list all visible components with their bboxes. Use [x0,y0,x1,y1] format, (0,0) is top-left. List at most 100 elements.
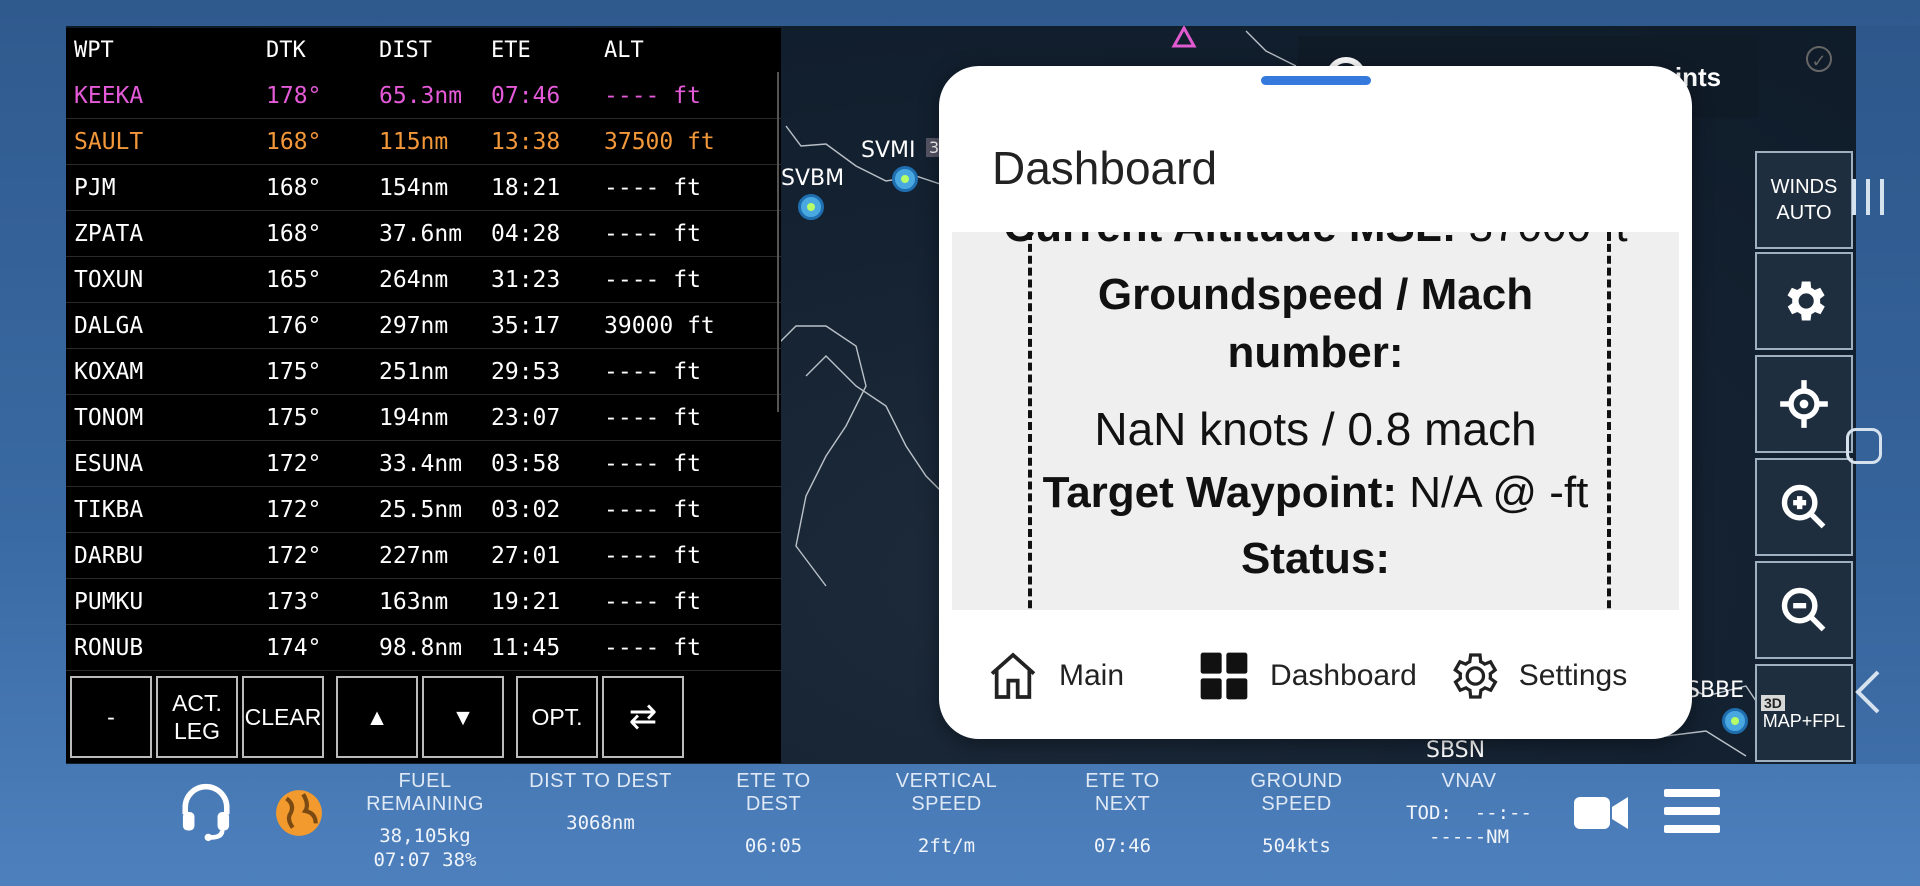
map-mode-button[interactable]: 3D MAP+FPL [1755,664,1853,762]
home-system-icon[interactable] [1846,428,1882,464]
center-location-button[interactable] [1755,355,1853,453]
fpl-row[interactable]: ESUNA 172° 33.4nm 03:58 ---- ft [66,441,781,487]
fpl-row[interactable]: DALGA 176° 297nm 35:17 39000 ft [66,303,781,349]
zoom-out-button[interactable] [1755,561,1853,659]
map-mode-label: MAP+FPL [1762,710,1846,731]
waypoint-name: TIKBA [74,496,144,523]
nav-settings[interactable]: Settings [1445,648,1627,704]
waypoint-name: SAULT [74,128,144,155]
activate-leg-button[interactable]: ACT. LEG [156,676,238,758]
nav-dashboard[interactable]: Dashboard [1196,648,1417,704]
settings-map-button[interactable] [1755,252,1853,350]
waypoint-name: ZPATA [74,220,144,247]
leg-altitude: ---- ft [604,220,701,247]
dist-to-dest-label: DIST TO DEST [529,770,672,792]
fuel-remaining-label: FUEL REMAINING [366,770,484,815]
options-button[interactable]: OPT. [516,676,598,758]
clear-button[interactable]: CLEAR [242,676,324,758]
swap-button[interactable]: ⇄ [602,676,684,758]
home-icon [990,652,1036,699]
ground-speed-stat: GROUND SPEED 504kts [1214,770,1379,858]
leg-distance: 154nm [379,174,449,201]
headset-icon[interactable] [178,782,234,842]
zoom-in-button[interactable] [1755,458,1853,556]
dashboard-content[interactable]: Current Altitude MSL: 37000 ft Groundspe… [952,232,1679,610]
nav-main[interactable]: Main [985,648,1124,704]
fpl-row[interactable]: TOXUN 165° 264nm 31:23 ---- ft [66,257,781,303]
desired-track: 172° [266,542,322,569]
drag-handle[interactable] [1261,76,1371,85]
leg-altitude: ---- ft [604,588,701,615]
map-label-svbm: SVBM [781,166,845,191]
globe-icon[interactable] [274,788,324,838]
fpl-row[interactable]: KEEKA 178° 65.3nm 07:46 ---- ft [66,73,781,119]
vnav-label: VNAV [1441,770,1497,792]
system-nav-rail [1856,26,1920,764]
groundspeed-label-2: number: [1227,328,1404,377]
waypoint-marker-svmi[interactable] [892,166,918,192]
move-up-button[interactable]: ▲ [336,676,418,758]
leg-altitude: ---- ft [604,82,701,109]
waypoint-name: RONUB [74,634,144,661]
fpl-scrollbar[interactable] [777,72,779,412]
move-down-button[interactable]: ▼ [422,676,504,758]
map-label-svmi: SVMI [861,138,916,163]
leg-distance: 264nm [379,266,449,293]
col-wpt: WPT [74,38,114,63]
waypoint-name: KEEKA [74,82,144,109]
target-waypoint-label: Target Waypoint: [1042,468,1398,517]
waypoint-name: DALGA [74,312,144,339]
fpl-row[interactable]: RONUB 174° 98.8nm 11:45 ---- ft [66,625,781,671]
fpl-row[interactable]: ZPATA 168° 37.6nm 04:28 ---- ft [66,211,781,257]
ground-speed-label: GROUND SPEED [1250,770,1343,815]
ground-speed-value: 504kts [1262,835,1331,857]
ete-to-dest-stat: ETE TO DEST 06:05 [706,770,841,858]
fpl-row[interactable]: KOXAM 175° 251nm 29:53 ---- ft [66,349,781,395]
fpl-row[interactable]: DARBU 172° 227nm 27:01 ---- ft [66,533,781,579]
waypoint-marker-sbbe[interactable] [1722,708,1748,734]
desired-track: 178° [266,82,322,109]
waypoint-name: DARBU [74,542,144,569]
map-label-sbsn: SBSN [1426,738,1486,763]
leg-altitude: 39000 ft [604,312,715,339]
desired-track: 176° [266,312,322,339]
back-icon[interactable] [1852,668,1882,716]
settings-gear-icon [1452,653,1498,699]
fpl-header: WPT DTK DIST ETE ALT [66,28,781,73]
fpl-row[interactable]: TIKBA 172° 25.5nm 03:02 ---- ft [66,487,781,533]
waypoint-marker-svbm[interactable] [798,194,824,220]
waypoint-name: ESUNA [74,450,144,477]
waypoint-name: KOXAM [74,358,144,385]
ete-to-dest-label: ETE TO DEST [736,770,811,815]
leg-ete: 03:02 [491,496,561,523]
dist-to-dest-stat: DIST TO DEST 3068nm [528,770,673,835]
dashboard-grid-icon [1200,652,1248,700]
recent-apps-icon[interactable] [1848,175,1888,219]
leg-ete: 31:23 [491,266,561,293]
nav-dashboard-label: Dashboard [1270,659,1417,692]
menu-icon[interactable] [1664,786,1720,836]
leg-ete: 07:46 [491,82,561,109]
desired-track: 174° [266,634,322,661]
video-camera-icon[interactable] [1574,792,1630,834]
altitude-label: Current Altitude MSL: [1003,232,1456,251]
leg-altitude: ---- ft [604,174,701,201]
leg-ete: 13:38 [491,128,561,155]
fpl-row[interactable]: SAULT 168° 115nm 13:38 37500 ft [66,119,781,165]
minus-button[interactable]: - [70,676,152,758]
waypoint-name: TOXUN [74,266,144,293]
fpl-row[interactable]: PJM 168° 154nm 18:21 ---- ft [66,165,781,211]
leg-ete: 04:28 [491,220,561,247]
waypoint-name: PJM [74,174,116,201]
winds-auto-button[interactable]: WINDS AUTO [1755,151,1853,249]
groundspeed-label-1: Groundspeed / Mach [1097,270,1534,319]
fpl-row[interactable]: PUMKU 173° 163nm 19:21 ---- ft [66,579,781,625]
vertical-speed-label: VERTICAL SPEED [895,770,998,815]
groundspeed-value: NaN knots / 0.8 mach [1094,403,1537,455]
waypoint-name: TONOM [74,404,144,431]
nav-main-label: Main [1059,659,1125,692]
fpl-row[interactable]: TONOM 175° 194nm 23:07 ---- ft [66,395,781,441]
fpl-button-row: - ACT. LEG CLEAR ▲ ▼ OPT. ⇄ [70,676,684,758]
target-waypoint-value: N/A @ -ft [1409,468,1589,517]
leg-ete: 19:21 [491,588,561,615]
